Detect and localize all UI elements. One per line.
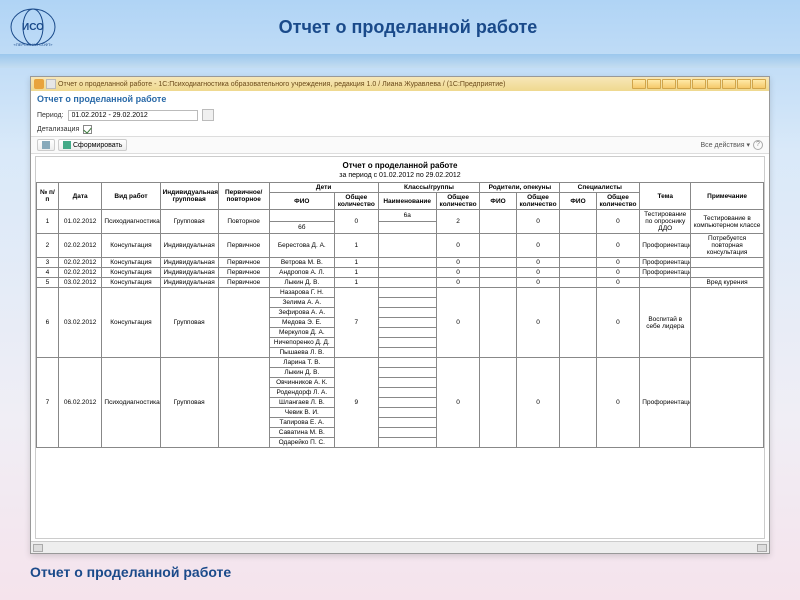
slide-header: ИСО «ПЕРСОНАЛ СОФТ» Отчет о проделанной …	[0, 0, 800, 54]
detail-checkbox[interactable]	[83, 125, 92, 134]
print-icon[interactable]	[647, 79, 661, 89]
minimize-icon[interactable]	[722, 79, 736, 89]
header-strip	[0, 54, 800, 68]
table-row[interactable]: 402.02.2012КонсультацияИндивидуальнаяПер…	[37, 268, 764, 278]
period-input[interactable]	[68, 110, 198, 121]
form-button-label: Сформировать	[73, 142, 122, 149]
period-picker-button[interactable]	[202, 109, 214, 121]
scroll-right-icon[interactable]	[757, 544, 767, 552]
form-button[interactable]: Сформировать	[58, 139, 127, 151]
report-toolbar: Сформировать Все действия ▾ ?	[31, 136, 769, 154]
maximize-icon[interactable]	[737, 79, 751, 89]
table-row[interactable]: 503.02.2012КонсультацияИндивидуальнаяПер…	[37, 278, 764, 288]
table-row[interactable]: 706.02.2012ПсиходиагностикаГрупповаяЛари…	[37, 358, 764, 368]
window-title: Отчет о проделанной работе - 1С:Психодиа…	[58, 81, 630, 88]
slide-title: Отчет о проделанной работе	[66, 17, 750, 38]
table-body: 101.02.2012ПсиходиагностикаГрупповаяПовт…	[37, 210, 764, 448]
scroll-left-icon[interactable]	[33, 544, 43, 552]
window-titlebar: Отчет о проделанной работе - 1С:Психодиа…	[31, 77, 769, 91]
window-controls	[632, 79, 766, 89]
detail-label: Детализация	[37, 126, 79, 133]
table-row[interactable]: 603.02.2012КонсультацияГрупповаяНазарова…	[37, 288, 764, 298]
period-label: Период:	[37, 112, 64, 119]
settings-button[interactable]	[37, 139, 55, 151]
close-icon[interactable]	[752, 79, 766, 89]
detail-row: Детализация	[31, 123, 769, 136]
report-period-text: за период с 01.02.2012 по 29.02.2012	[36, 172, 764, 179]
nav-back-icon[interactable]	[46, 79, 56, 89]
horizontal-scrollbar[interactable]	[31, 541, 769, 553]
favorites-icon[interactable]	[632, 79, 646, 89]
table-row[interactable]: 302.02.2012КонсультацияИндивидуальнаяПер…	[37, 258, 764, 268]
gear-icon	[42, 141, 50, 149]
save-icon[interactable]	[662, 79, 676, 89]
report-inner-title: Отчет о проделанной работе	[36, 161, 764, 170]
app-window: Отчет о проделанной работе - 1С:Психодиа…	[30, 76, 770, 554]
play-icon	[63, 141, 71, 149]
report-tab-title: Отчет о проделанной работе	[31, 91, 769, 107]
calc-icon[interactable]	[677, 79, 691, 89]
table-header: № п/п Дата Вид работ Индивидуальная/груп…	[37, 183, 764, 210]
all-actions-menu[interactable]: Все действия ▾	[701, 141, 750, 149]
period-row: Период:	[31, 107, 769, 123]
m-icon[interactable]	[692, 79, 706, 89]
app-icon	[34, 79, 44, 89]
slide-caption: Отчет о проделанной работе	[0, 558, 800, 586]
svg-text:ИСО: ИСО	[22, 22, 44, 33]
table-row[interactable]: 101.02.2012ПсиходиагностикаГрупповаяПовт…	[37, 210, 764, 222]
logo-icon: ИСО «ПЕРСОНАЛ СОФТ»	[8, 5, 58, 49]
m-plus-icon[interactable]	[707, 79, 721, 89]
report-table: № п/п Дата Вид работ Индивидуальная/груп…	[36, 182, 764, 448]
help-icon[interactable]: ?	[753, 140, 763, 150]
table-row[interactable]: 202.02.2012КонсультацияИндивидуальнаяПер…	[37, 234, 764, 258]
report-grid[interactable]: Отчет о проделанной работе за период с 0…	[35, 156, 765, 539]
svg-text:«ПЕРСОНАЛ СОФТ»: «ПЕРСОНАЛ СОФТ»	[14, 42, 54, 47]
